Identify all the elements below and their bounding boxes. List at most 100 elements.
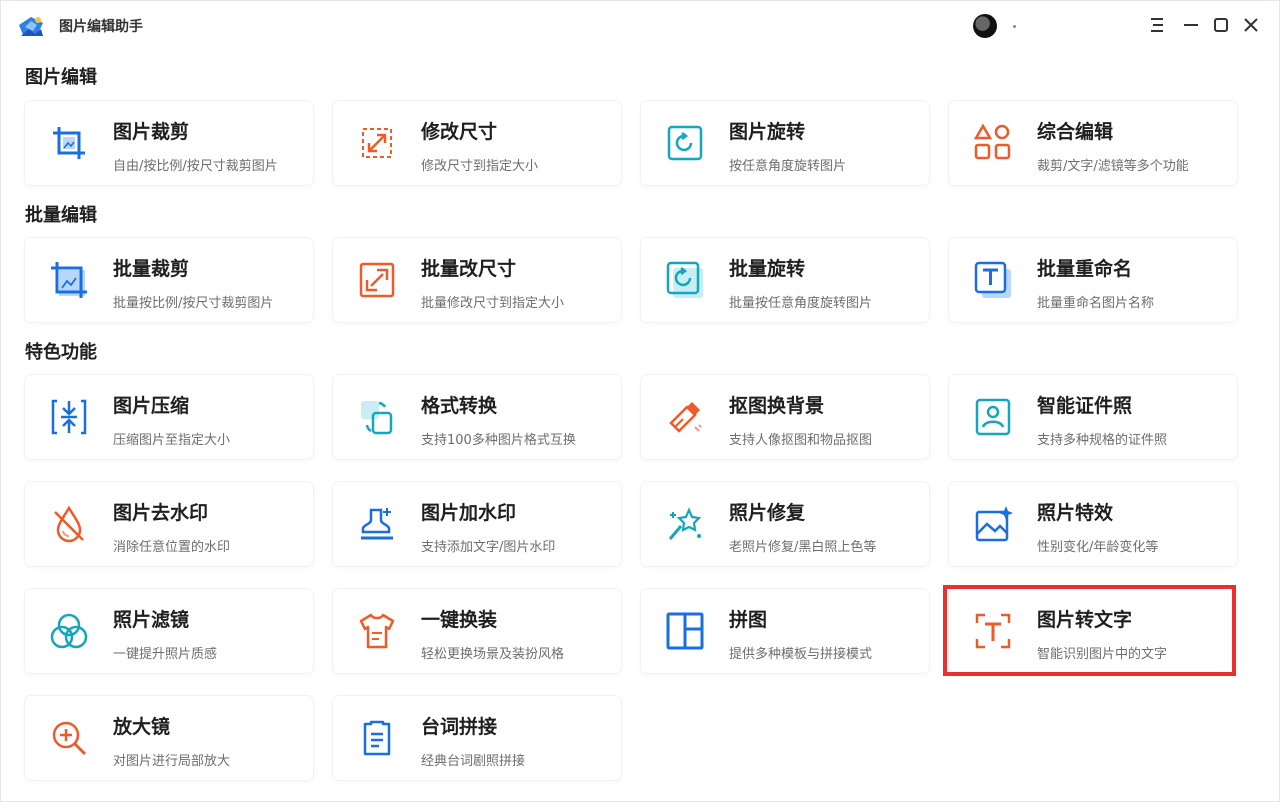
card-resize[interactable]: 修改尺寸 修改尺寸到指定大小: [333, 101, 621, 185]
card-title: 照片修复: [729, 502, 806, 524]
card-desc: 轻松更换场景及装扮风格: [421, 647, 565, 662]
card-title: 图片旋转: [729, 121, 806, 143]
collage-icon: [666, 612, 704, 650]
menu-icon: [1151, 18, 1163, 32]
script-icon: [363, 720, 391, 756]
card-desc: 批量按比例/按尺寸裁剪图片: [113, 296, 274, 311]
card-title: 图片转文字: [1037, 609, 1133, 631]
filter-icon: [50, 613, 88, 649]
card-rotate[interactable]: 图片旋转 按任意角度旋转图片: [641, 101, 929, 185]
magic-wand-icon: [668, 507, 702, 540]
compress-icon: [51, 399, 87, 435]
minimize-button[interactable]: [1179, 13, 1203, 37]
card-photo-effects[interactable]: 照片特效 性别变化/年龄变化等: [949, 482, 1237, 566]
batch-resize-icon: [359, 262, 395, 298]
card-desc: 支持100多种图片格式互换: [421, 433, 576, 448]
card-desc: 性别变化/年龄变化等: [1037, 540, 1159, 555]
card-format-convert[interactable]: 格式转换 支持100多种图片格式互换: [333, 375, 621, 459]
resize-icon: [362, 128, 392, 158]
card-desc: 修改尺寸到指定大小: [421, 159, 539, 174]
card-photo-restore[interactable]: 照片修复 老照片修复/黑白照上色等: [641, 482, 929, 566]
card-title: 一键换装: [421, 609, 498, 631]
card-desc: 智能识别图片中的文字: [1037, 647, 1168, 662]
card-title: 台词拼接: [421, 716, 498, 738]
card-desc: 经典台词剧照拼接: [421, 754, 526, 769]
card-desc: 批量按任意角度旋转图片: [729, 296, 873, 311]
title-bar: 图片编辑助手: [1, 1, 1279, 51]
card-desc: 支持添加文字/图片水印: [421, 540, 556, 555]
shirt-icon: [359, 613, 395, 649]
card-title: 放大镜: [113, 716, 171, 738]
card-image-to-text[interactable]: 图片转文字 智能识别图片中的文字: [949, 589, 1237, 673]
card-collage[interactable]: 拼图 提供多种模板与拼接模式: [641, 589, 929, 673]
card-title: 图片压缩: [113, 395, 190, 417]
eraser-icon: [669, 402, 702, 433]
ocr-icon: [975, 613, 1011, 649]
batch-rename-icon: [974, 261, 1011, 298]
section-title-batch-edit: 批量编辑: [25, 205, 97, 226]
section-title-featured: 特色功能: [25, 342, 97, 363]
menu-button[interactable]: [1145, 13, 1169, 37]
app-window: 图片编辑助手 图片编辑 图片裁剪 自由/按比例/按尺寸裁剪图片 修改尺寸 修改尺…: [0, 0, 1280, 802]
card-title: 拼图: [729, 609, 768, 631]
maximize-button[interactable]: [1209, 13, 1233, 37]
card-desc: 裁剪/文字/滤镜等多个功能: [1037, 159, 1189, 174]
card-desc: 对图片进行局部放大: [113, 754, 231, 769]
close-icon: [1244, 18, 1258, 32]
card-compress[interactable]: 图片压缩 压缩图片至指定大小: [25, 375, 313, 459]
card-title: 图片加水印: [421, 502, 517, 524]
user-avatar[interactable]: [973, 14, 997, 38]
card-desc: 批量修改尺寸到指定大小: [421, 296, 565, 311]
card-script-splice[interactable]: 台词拼接 经典台词剧照拼接: [333, 696, 621, 780]
magnifier-icon: [52, 721, 87, 756]
card-photo-filter[interactable]: 照片滤镜 一键提升照片质感: [25, 589, 313, 673]
app-logo-icon: [19, 17, 43, 36]
id-photo-icon: [975, 398, 1011, 436]
card-title: 图片去水印: [113, 502, 209, 524]
close-button[interactable]: [1239, 13, 1263, 37]
crop-icon: [53, 127, 85, 159]
batch-crop-icon: [51, 262, 87, 298]
card-title: 批量裁剪: [113, 258, 190, 280]
effects-icon: [975, 506, 1013, 542]
card-title: 智能证件照: [1037, 395, 1133, 417]
card-desc: 一键提升照片质感: [113, 647, 218, 662]
app-title: 图片编辑助手: [59, 19, 143, 35]
card-add-watermark[interactable]: 图片加水印 支持添加文字/图片水印: [333, 482, 621, 566]
card-title: 批量旋转: [729, 258, 806, 280]
card-cutout-background[interactable]: 抠图换背景 支持人像抠图和物品抠图: [641, 375, 929, 459]
batch-rotate-icon: [666, 261, 703, 298]
card-desc: 消除任意位置的水印: [113, 540, 231, 555]
convert-icon: [361, 401, 393, 435]
shapes-icon: [973, 123, 1011, 160]
section-title-image-edit: 图片编辑: [25, 67, 97, 88]
card-desc: 压缩图片至指定大小: [113, 433, 231, 448]
card-title: 格式转换: [421, 395, 498, 417]
card-desc: 支持人像抠图和物品抠图: [729, 433, 873, 448]
card-batch-rotate[interactable]: 批量旋转 批量按任意角度旋转图片: [641, 238, 929, 322]
card-crop[interactable]: 图片裁剪 自由/按比例/按尺寸裁剪图片: [25, 101, 313, 185]
remove-watermark-icon: [54, 505, 84, 543]
card-title: 批量重命名: [1037, 258, 1133, 280]
card-batch-crop[interactable]: 批量裁剪 批量按比例/按尺寸裁剪图片: [25, 238, 313, 322]
card-title: 抠图换背景: [729, 395, 825, 417]
card-title: 照片滤镜: [113, 609, 190, 631]
card-desc: 自由/按比例/按尺寸裁剪图片: [113, 159, 278, 174]
card-title: 图片裁剪: [113, 121, 190, 143]
avatar-username: [1013, 25, 1016, 28]
card-desc: 提供多种模板与拼接模式: [729, 647, 873, 662]
maximize-icon: [1214, 18, 1228, 32]
card-title: 批量改尺寸: [421, 258, 517, 280]
card-batch-rename[interactable]: 批量重命名 批量重命名图片名称: [949, 238, 1237, 322]
card-remove-watermark[interactable]: 图片去水印 消除任意位置的水印: [25, 482, 313, 566]
minimize-icon: [1184, 24, 1198, 26]
card-comprehensive-edit[interactable]: 综合编辑 裁剪/文字/滤镜等多个功能: [949, 101, 1237, 185]
card-batch-resize[interactable]: 批量改尺寸 批量修改尺寸到指定大小: [333, 238, 621, 322]
card-title: 综合编辑: [1037, 121, 1114, 143]
card-outfit-change[interactable]: 一键换装 轻松更换场景及装扮风格: [333, 589, 621, 673]
card-desc: 按任意角度旋转图片: [729, 159, 847, 174]
card-title: 修改尺寸: [421, 121, 498, 143]
card-magnifier[interactable]: 放大镜 对图片进行局部放大: [25, 696, 313, 780]
card-title: 照片特效: [1037, 502, 1114, 524]
card-id-photo[interactable]: 智能证件照 支持多种规格的证件照: [949, 375, 1237, 459]
